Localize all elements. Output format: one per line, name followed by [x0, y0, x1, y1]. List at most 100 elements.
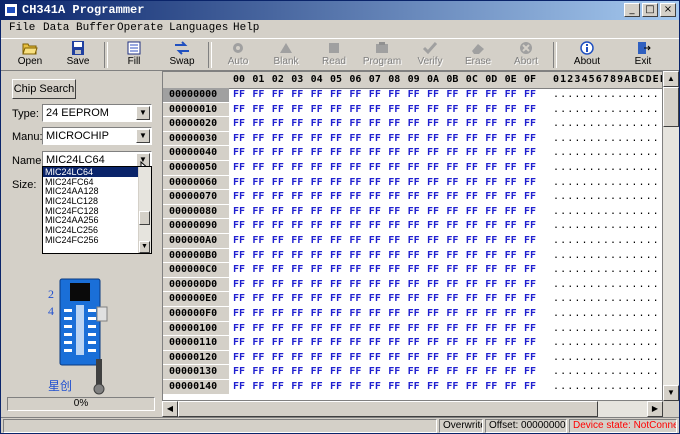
hex-byte-cell[interactable]: FF: [311, 352, 323, 363]
hex-byte-cell[interactable]: FF: [369, 118, 381, 129]
hex-byte-cell[interactable]: FF: [524, 147, 536, 158]
hex-byte-cell[interactable]: FF: [233, 352, 245, 363]
hex-byte-cell[interactable]: FF: [524, 162, 536, 173]
hex-byte-cell[interactable]: FF: [330, 352, 342, 363]
hex-byte-cell[interactable]: FF: [291, 235, 303, 246]
hex-byte-cell[interactable]: FF: [291, 162, 303, 173]
hex-byte-cell[interactable]: FF: [505, 279, 517, 290]
type-select[interactable]: 24 EEPROM ▼: [42, 104, 152, 122]
hex-byte-cell[interactable]: FF: [485, 323, 497, 334]
hex-byte-cell[interactable]: FF: [291, 147, 303, 158]
hex-byte-cell[interactable]: FF: [466, 147, 478, 158]
hex-ascii-cell[interactable]: ................: [553, 162, 662, 173]
hex-byte-cell[interactable]: FF: [388, 279, 400, 290]
hex-byte-cell[interactable]: FF: [369, 191, 381, 202]
hex-byte-cell[interactable]: FF: [291, 89, 303, 100]
hex-byte-cell[interactable]: FF: [311, 337, 323, 348]
hex-byte-cell[interactable]: FF: [330, 104, 342, 115]
menu-operate[interactable]: Operate: [117, 22, 163, 34]
hex-byte-cell[interactable]: FF: [311, 162, 323, 173]
hex-byte-cell[interactable]: FF: [233, 323, 245, 334]
hex-byte-cell[interactable]: FF: [369, 177, 381, 188]
hex-byte-cell[interactable]: FF: [388, 220, 400, 231]
hex-byte-cell[interactable]: FF: [427, 323, 439, 334]
chip-name-dropdown[interactable]: MIC24LC64 MIC24FC64 MIC24AA128 MIC24LC12…: [42, 166, 152, 254]
hex-byte-cell[interactable]: FF: [291, 220, 303, 231]
hex-byte-cell[interactable]: FF: [369, 308, 381, 319]
hex-byte-cell[interactable]: FF: [291, 264, 303, 275]
hex-byte-cell[interactable]: FF: [330, 264, 342, 275]
hex-byte-cell[interactable]: FF: [291, 337, 303, 348]
hex-byte-cell[interactable]: FF: [369, 293, 381, 304]
hex-byte-cell[interactable]: FF: [466, 206, 478, 217]
hex-byte-cell[interactable]: FF: [505, 133, 517, 144]
hex-byte-cell[interactable]: FF: [272, 337, 284, 348]
hex-byte-cell[interactable]: FF: [485, 177, 497, 188]
hex-byte-cell[interactable]: FF: [408, 279, 420, 290]
hex-byte-cell[interactable]: FF: [408, 89, 420, 100]
chevron-down-icon[interactable]: ▼: [136, 106, 150, 120]
hex-byte-cell[interactable]: FF: [272, 206, 284, 217]
hex-byte-cell[interactable]: FF: [311, 89, 323, 100]
hex-byte-cell[interactable]: FF: [272, 104, 284, 115]
hex-ascii-cell[interactable]: ................: [553, 206, 662, 217]
hex-byte-cell[interactable]: FF: [272, 133, 284, 144]
hex-byte-cell[interactable]: FF: [252, 118, 264, 129]
hex-byte-cell[interactable]: FF: [233, 104, 245, 115]
hex-byte-cell[interactable]: FF: [388, 323, 400, 334]
swap-button[interactable]: Swap: [158, 39, 206, 71]
dropdown-option[interactable]: MIC24FC256: [43, 235, 151, 245]
hex-byte-cell[interactable]: FF: [388, 147, 400, 158]
chevron-down-icon[interactable]: ▼: [663, 385, 679, 401]
hex-byte-cell[interactable]: FF: [524, 235, 536, 246]
hex-byte-cell[interactable]: FF: [252, 279, 264, 290]
hex-byte-cell[interactable]: FF: [233, 220, 245, 231]
hex-byte-cell[interactable]: FF: [272, 308, 284, 319]
hex-byte-cell[interactable]: FF: [291, 118, 303, 129]
hex-byte-cell[interactable]: FF: [272, 352, 284, 363]
dropdown-option[interactable]: MIC24LC128: [43, 196, 151, 206]
hex-byte-cell[interactable]: FF: [427, 206, 439, 217]
hex-byte-cell[interactable]: FF: [408, 162, 420, 173]
hex-ascii-cell[interactable]: ................: [553, 104, 662, 115]
hex-byte-cell[interactable]: FF: [349, 352, 361, 363]
hex-byte-cell[interactable]: FF: [446, 206, 458, 217]
hex-ascii-cell[interactable]: ................: [553, 177, 662, 188]
exit-button[interactable]: Exit: [619, 39, 667, 71]
hex-byte-cell[interactable]: FF: [466, 308, 478, 319]
hex-byte-cell[interactable]: FF: [388, 366, 400, 377]
hex-byte-cell[interactable]: FF: [233, 337, 245, 348]
program-button[interactable]: Program: [358, 39, 406, 71]
hex-byte-cell[interactable]: FF: [505, 352, 517, 363]
hex-byte-cell[interactable]: FF: [485, 206, 497, 217]
hex-editor[interactable]: 00 01 02 03 04 05 06 07 08 09 0A 0B 0C 0D 0E 0F 01234567…: [162, 71, 663, 401]
hex-byte-cell[interactable]: FF: [485, 250, 497, 261]
hex-byte-cell[interactable]: FF: [369, 220, 381, 231]
hex-byte-cell[interactable]: FF: [446, 162, 458, 173]
hex-byte-cell[interactable]: FF: [388, 235, 400, 246]
hex-byte-cell[interactable]: FF: [291, 279, 303, 290]
hex-byte-cell[interactable]: FF: [388, 337, 400, 348]
hex-byte-cell[interactable]: FF: [233, 366, 245, 377]
hex-byte-cell[interactable]: FF: [349, 133, 361, 144]
hex-byte-cell[interactable]: FF: [524, 206, 536, 217]
hex-byte-cell[interactable]: FF: [524, 89, 536, 100]
hex-byte-cell[interactable]: FF: [233, 206, 245, 217]
hex-byte-cell[interactable]: FF: [446, 220, 458, 231]
hex-byte-cell[interactable]: FF: [311, 133, 323, 144]
hex-byte-cell[interactable]: FF: [505, 147, 517, 158]
close-button[interactable]: ×: [660, 3, 676, 17]
hex-byte-cell[interactable]: FF: [524, 323, 536, 334]
hex-ascii-cell[interactable]: ................: [553, 235, 662, 246]
hex-byte-cell[interactable]: FF: [252, 104, 264, 115]
hex-byte-cell[interactable]: FF: [408, 177, 420, 188]
hex-ascii-cell[interactable]: ................: [553, 264, 662, 275]
hex-byte-cell[interactable]: FF: [524, 220, 536, 231]
hex-byte-cell[interactable]: FF: [311, 220, 323, 231]
hex-byte-cell[interactable]: FF: [466, 337, 478, 348]
hex-byte-cell[interactable]: FF: [233, 250, 245, 261]
hex-byte-cell[interactable]: FF: [408, 264, 420, 275]
hex-byte-cell[interactable]: FF: [446, 147, 458, 158]
hex-byte-cell[interactable]: FF: [466, 323, 478, 334]
hex-byte-cell[interactable]: FF: [252, 191, 264, 202]
